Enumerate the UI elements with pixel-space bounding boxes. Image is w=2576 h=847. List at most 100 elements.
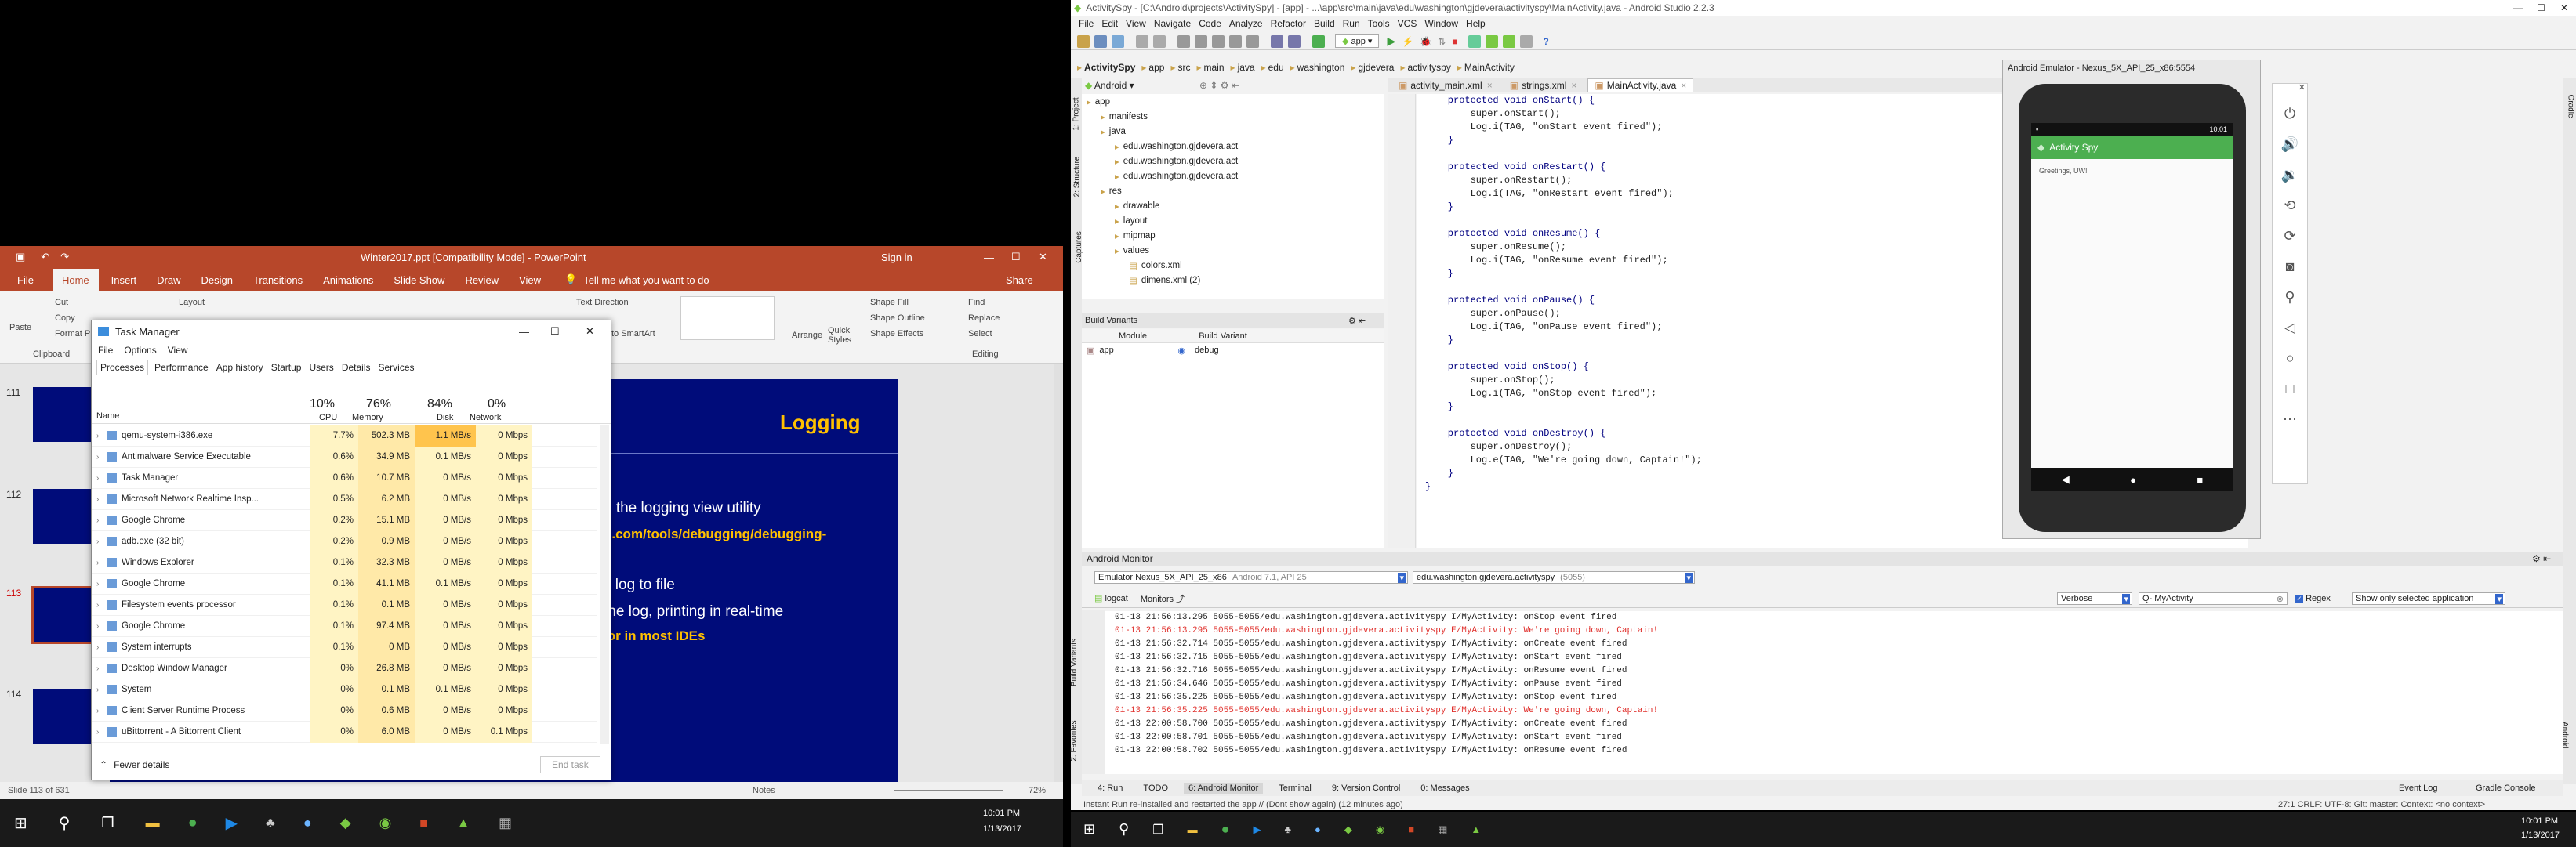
menu-navigate[interactable]: Navigate (1154, 18, 1191, 29)
sync-icon[interactable] (1112, 34, 1124, 48)
undo-icon[interactable] (1136, 34, 1148, 48)
shape-outline-button[interactable]: Shape Outline (870, 313, 925, 323)
format-painter-button[interactable]: Format P (55, 329, 90, 338)
menu-run[interactable]: Run (1343, 18, 1360, 29)
expand-chevron-icon[interactable]: › (96, 474, 107, 483)
process-row[interactable]: › Google Chrome 0.1% 97.4 MB 0 MB/s 0 Mbps (92, 615, 597, 637)
logcat-tab[interactable]: ▤ logcat (1094, 593, 1128, 603)
minimize-button[interactable]: — (2513, 2, 2523, 13)
side-tab-captures[interactable]: Captures (1075, 231, 1083, 263)
utorrent-icon[interactable]: ◉ (1376, 823, 1384, 836)
menu-view[interactable]: View (1126, 18, 1146, 29)
col-memory-header[interactable]: Memory (352, 413, 383, 422)
back-icon[interactable]: ◀ (2062, 473, 2070, 486)
log-level-select[interactable]: Verbose ▾ (2057, 592, 2132, 605)
menu-build[interactable]: Build (1314, 18, 1335, 29)
minimize-button[interactable]: — (519, 326, 529, 338)
save-icon[interactable] (1094, 34, 1107, 48)
process-row[interactable]: › Google Chrome 0.2% 15.1 MB 0 MB/s 0 Mbps (92, 509, 597, 531)
side-tab-gradle[interactable]: Gradle (2567, 94, 2575, 118)
close-button[interactable]: ✕ (586, 325, 594, 338)
expand-chevron-icon[interactable]: › (96, 643, 107, 652)
taskbar-date[interactable]: 1/13/2017 (983, 824, 1021, 834)
tab-transitions[interactable]: Transitions (253, 274, 303, 286)
process-row[interactable]: › Windows Explorer 0.1% 32.3 MB 0 MB/s 0 Mbps (92, 552, 597, 574)
end-task-button[interactable]: End task (540, 756, 600, 773)
tree-node[interactable]: ▸ values (1082, 243, 1384, 258)
taskmgr-vscroll[interactable] (600, 425, 609, 744)
breadcrumb-item[interactable]: app (1148, 62, 1164, 73)
menu-edit[interactable]: Edit (1101, 18, 1118, 29)
minimize-button[interactable]: — (984, 252, 994, 263)
layout-button[interactable]: Layout (179, 298, 205, 307)
process-row[interactable]: › Google Chrome 0.1% 41.1 MB 0.1 MB/s 0 Mbps (92, 573, 597, 595)
app-icon[interactable]: ♣ (266, 815, 275, 831)
windows-start-icon[interactable]: ⊞ (14, 813, 27, 833)
text-direction-button[interactable]: Text Direction (576, 298, 629, 307)
shape-effects-button[interactable]: Shape Effects (870, 329, 923, 338)
task-view-icon[interactable]: ❐ (101, 815, 114, 831)
run-config-select[interactable]: ◆ app ▾ (1335, 34, 1380, 48)
close-button[interactable]: ✕ (1039, 251, 1047, 263)
gear-icon[interactable]: ⚙ ⇤ (1348, 316, 1366, 326)
power-icon[interactable]: ⏻ (2273, 106, 2307, 122)
shape-fill-button[interactable]: Shape Fill (870, 298, 909, 307)
tree-node[interactable]: ▤ dimens.xml (2) (1082, 273, 1384, 288)
menu-tools[interactable]: Tools (1368, 18, 1390, 29)
tree-node[interactable]: ▸ manifests (1082, 109, 1384, 124)
menu-file[interactable]: File (1079, 18, 1094, 29)
breadcrumb-item[interactable]: MainActivity (1464, 62, 1515, 73)
breadcrumb-item[interactable]: washington (1297, 62, 1345, 73)
breadcrumb-item[interactable]: gjdevera (1358, 62, 1394, 73)
forward-icon[interactable] (1288, 34, 1301, 48)
taskbar-clock[interactable]: 10:01 PM (983, 809, 1020, 818)
tab-details[interactable]: Details (342, 362, 371, 373)
zoom-slider[interactable] (894, 790, 1003, 791)
rotate-right-icon[interactable]: ⟳ (2273, 228, 2307, 244)
ppt-vscroll[interactable] (1054, 364, 1063, 782)
col-cpu-header[interactable]: CPU (319, 413, 337, 422)
make-icon[interactable] (1312, 34, 1325, 48)
zoom-level[interactable]: 72% (1029, 786, 1046, 795)
tree-node[interactable]: ▸ edu.washington.gjdevera.act (1082, 168, 1384, 183)
process-row[interactable]: › Task Manager 0.6% 10.7 MB 0 MB/s 0 Mbps (92, 467, 597, 489)
breadcrumb-item[interactable]: main (1204, 62, 1225, 73)
sign-in-link[interactable]: Sign in (881, 252, 912, 263)
tree-node[interactable]: ▤ colors.xml (1082, 258, 1384, 273)
clear-icon[interactable]: ⊗ (2277, 594, 2284, 604)
search-icon[interactable]: ⚲ (1119, 821, 1129, 838)
side-tab-structure[interactable]: 2: Structure (1072, 157, 1081, 197)
close-icon[interactable]: × (1681, 80, 1686, 91)
gear-icon[interactable]: ⚙ ⇤ (2532, 553, 2551, 564)
copy-icon[interactable] (1195, 34, 1207, 48)
replace-button[interactable]: Replace (968, 313, 1000, 323)
android-studio-icon[interactable]: ◆ (1344, 823, 1352, 836)
android-studio-icon[interactable]: ◆ (340, 815, 351, 831)
menu-options[interactable]: Options (124, 345, 156, 356)
menu-analyze[interactable]: Analyze (1229, 18, 1263, 29)
menu-refactor[interactable]: Refactor (1271, 18, 1306, 29)
sdk-manager-icon[interactable] (1468, 34, 1482, 48)
tab-slide-show[interactable]: Slide Show (394, 274, 444, 286)
tab-draw[interactable]: Draw (157, 274, 180, 286)
expand-chevron-icon[interactable]: › (96, 432, 107, 440)
maximize-button[interactable]: ☐ (1011, 251, 1021, 263)
home-icon[interactable]: ● (2130, 474, 2136, 486)
more-icon[interactable]: ⋯ (2273, 411, 2307, 428)
expand-chevron-icon[interactable]: › (96, 495, 107, 504)
copy-button[interactable]: Copy (55, 313, 75, 323)
monitors-tab[interactable]: Monitors ⤴ (1141, 592, 1185, 605)
process-row[interactable]: › uBittorrent - A Bittorrent Client 0% 6.0 … (92, 721, 597, 743)
tab-insert[interactable]: Insert (111, 274, 137, 286)
taskmgr-taskbar-icon[interactable]: ▦ (499, 815, 512, 831)
col-disk-header[interactable]: Disk (437, 413, 453, 422)
help-icon[interactable]: ? (1543, 36, 1548, 47)
tab-services[interactable]: Services (379, 362, 415, 373)
paste-button[interactable]: Paste (9, 323, 31, 332)
emulator-icon[interactable]: ▲ (456, 815, 470, 831)
arrange-button[interactable]: Arrange (792, 331, 822, 340)
process-row[interactable]: › System 0% 0.1 MB 0.1 MB/s 0 Mbps (92, 679, 597, 700)
quick-styles-button[interactable]: Quick Styles (828, 326, 859, 345)
taskbar-date[interactable]: 1/13/2017 (2521, 831, 2560, 840)
tree-node[interactable]: ▸ layout (1082, 213, 1384, 228)
